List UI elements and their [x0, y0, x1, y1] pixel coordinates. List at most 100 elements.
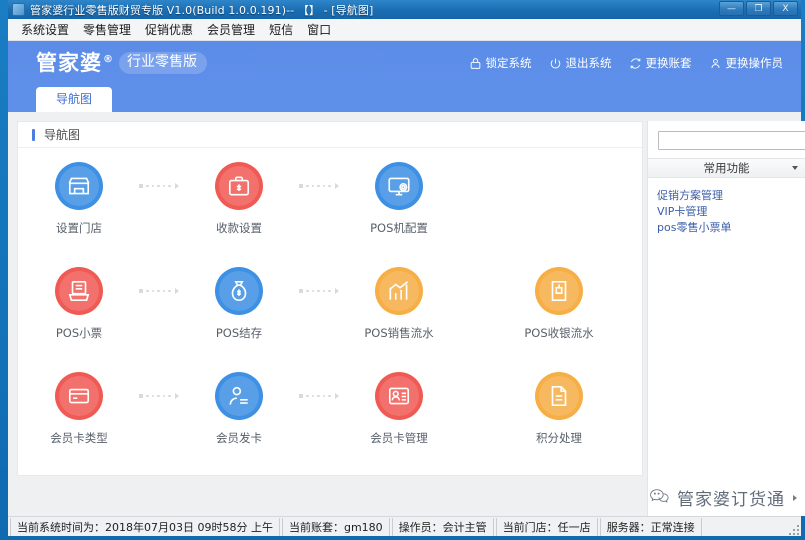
- barchart-icon: [375, 267, 423, 315]
- sidebar-section-title: 常用功能: [703, 161, 750, 175]
- tab-strip: 导航图: [8, 85, 801, 112]
- sidebar-section-header[interactable]: 常用功能: [648, 158, 805, 178]
- nav-node-label: 设置门店: [56, 221, 102, 235]
- app-icon: [12, 3, 25, 16]
- header-action-switch-account-set[interactable]: 更换账套: [629, 55, 692, 71]
- nav-node-label: POS小票: [55, 326, 103, 340]
- document-in-icon: [535, 267, 583, 315]
- wechat-icon: [649, 487, 671, 509]
- title-bar: 管家婆行业零售版财贸专版 V1.0(Build 1.0.0.191)-- 【】 …: [8, 0, 801, 19]
- brand-logo: 管家婆® 行业零售版: [36, 50, 207, 75]
- logo-edition-pill: 行业零售版: [119, 51, 207, 75]
- header-action-label: 退出系统: [565, 56, 612, 70]
- person-icon: [709, 57, 722, 70]
- sidebar-link-pos-retail-receipt[interactable]: pos零售小票单: [657, 220, 805, 236]
- menu-item-sms[interactable]: 短信: [262, 19, 300, 40]
- connector-arrow: [118, 267, 200, 315]
- menu-item-member-management[interactable]: 会员管理: [200, 19, 262, 40]
- menu-item-promotions[interactable]: 促销优惠: [138, 19, 200, 40]
- receipt-icon: [55, 267, 103, 315]
- sidebar-link-list: 促销方案管理 VIP卡管理 pos零售小票单: [648, 178, 805, 236]
- nav-node-label: 会员卡类型: [50, 431, 108, 445]
- sidebar-search-row: [648, 121, 805, 158]
- logo-main-text: 管家婆: [36, 50, 102, 75]
- refresh-icon: [629, 57, 642, 70]
- header-actions: 锁定系统 退出系统 更换账套 更换操作员: [469, 41, 784, 85]
- moneybag-icon: [215, 267, 263, 315]
- connector-spacer: [438, 372, 520, 420]
- nav-node-label: 收款设置: [216, 221, 262, 235]
- nav-row: 会员卡类型 会员发卡 会员卡管理 积分处理: [18, 372, 763, 477]
- nav-node-label: POS机配置: [370, 221, 428, 235]
- application-window: 管家婆行业零售版财贸专版 V1.0(Build 1.0.0.191)-- 【】 …: [0, 0, 805, 540]
- header-action-label: 更换账套: [645, 56, 692, 70]
- nav-node-pos-cashier-flow[interactable]: POS收银流水: [520, 267, 598, 341]
- connector-arrow: [278, 162, 360, 210]
- nav-node-label: POS结存: [215, 326, 263, 340]
- sidebar-link-vip-card-management[interactable]: VIP卡管理: [657, 204, 805, 220]
- nav-row: 设置门店 收款设置 POS机配置: [18, 162, 642, 267]
- watermark-caret-icon: [793, 494, 797, 501]
- status-operator: 操作员：会计主管: [391, 517, 494, 536]
- nav-node-member-card-type[interactable]: 会员卡类型: [40, 372, 118, 446]
- right-sidebar: 常用功能 促销方案管理 VIP卡管理 pos零售小票单 管家婆订货通: [647, 121, 805, 516]
- nav-node-setup-store[interactable]: 设置门店: [40, 162, 118, 236]
- nav-node-points-processing[interactable]: 积分处理: [520, 372, 598, 446]
- header-action-switch-operator[interactable]: 更换操作员: [709, 55, 784, 71]
- cashbox-icon: [215, 162, 263, 210]
- tab-navigation-map[interactable]: 导航图: [36, 86, 113, 112]
- nav-node-label: 会员卡管理: [370, 431, 428, 445]
- chevron-down-icon[interactable]: [792, 166, 798, 170]
- nav-node-payment-settings[interactable]: 收款设置: [200, 162, 278, 236]
- menu-item-system-settings[interactable]: 系统设置: [14, 19, 76, 40]
- status-system-time: 当前系统时间为：2018年07月03日 09时58分 上午: [10, 517, 280, 536]
- menu-bar: 系统设置 零售管理 促销优惠 会员管理 短信 窗口: [8, 19, 801, 41]
- connector-spacer: [438, 267, 520, 315]
- logo-registered-mark: ®: [103, 53, 114, 65]
- window-title: 管家婆行业零售版财贸专版 V1.0(Build 1.0.0.191)-- 【】 …: [30, 3, 374, 17]
- header-action-label: 更换操作员: [725, 56, 784, 70]
- nav-node-label: POS销售流水: [364, 326, 434, 340]
- nav-node-label: POS收银流水: [524, 326, 594, 340]
- status-bar: 当前系统时间为：2018年07月03日 09时58分 上午 当前账套：gm180…: [8, 516, 801, 536]
- navigation-card-header: 导航图: [18, 122, 642, 148]
- connector-arrow: [278, 267, 360, 315]
- connector-arrow: [118, 162, 200, 210]
- menu-item-retail-management[interactable]: 零售管理: [76, 19, 138, 40]
- nav-node-pos-sales-flow[interactable]: POS销售流水: [360, 267, 438, 341]
- app-header: 管家婆® 行业零售版 锁定系统 退出系统 更换账套 更换操作员: [8, 41, 801, 85]
- accent-bar: [32, 128, 35, 141]
- navigation-card-title: 导航图: [44, 128, 81, 142]
- status-account-set: 当前账套：gm180: [281, 517, 390, 536]
- nav-node-pos-receipt[interactable]: POS小票: [40, 267, 118, 341]
- watermark-text: 管家婆订货通: [677, 490, 785, 510]
- sidebar-link-promotion-plan-management[interactable]: 促销方案管理: [657, 188, 805, 204]
- status-server: 服务器：正常连接: [599, 517, 702, 536]
- navigation-card: 导航图 设置门店 收款设置 POS机配置 POS小票 POS结存 POS销售流水…: [17, 121, 763, 477]
- header-action-lock-system[interactable]: 锁定系统: [469, 55, 532, 71]
- connector-arrow: [118, 372, 200, 420]
- card-icon: [55, 372, 103, 420]
- header-action-label: 锁定系统: [485, 56, 532, 70]
- nav-node-member-card-issue[interactable]: 会员发卡: [200, 372, 278, 446]
- maximize-button[interactable]: ❐: [746, 1, 771, 16]
- status-current-store: 当前门店：任一店: [495, 517, 598, 536]
- nav-row: POS小票 POS结存 POS销售流水 POS收银流水: [18, 267, 759, 372]
- nav-node-label: 积分处理: [536, 431, 582, 445]
- lock-icon: [469, 57, 482, 70]
- navigation-grid: 设置门店 收款设置 POS机配置 POS小票 POS结存 POS销售流水 POS…: [18, 148, 763, 477]
- nav-node-member-card-management[interactable]: 会员卡管理: [360, 372, 438, 446]
- resize-grip[interactable]: [787, 523, 799, 535]
- file-icon: [535, 372, 583, 420]
- logo-text: 管家婆®: [36, 50, 114, 75]
- close-button[interactable]: X: [773, 1, 798, 16]
- person-card-icon: [215, 372, 263, 420]
- minimize-button[interactable]: —: [719, 1, 744, 16]
- search-input[interactable]: [658, 131, 805, 150]
- nav-node-pos-balance[interactable]: POS结存: [200, 267, 278, 341]
- menu-item-window[interactable]: 窗口: [300, 19, 338, 40]
- connector-arrow: [278, 372, 360, 420]
- nav-node-pos-configuration[interactable]: POS机配置: [360, 162, 438, 236]
- header-action-exit-system[interactable]: 退出系统: [549, 55, 612, 71]
- id-card-icon: [375, 372, 423, 420]
